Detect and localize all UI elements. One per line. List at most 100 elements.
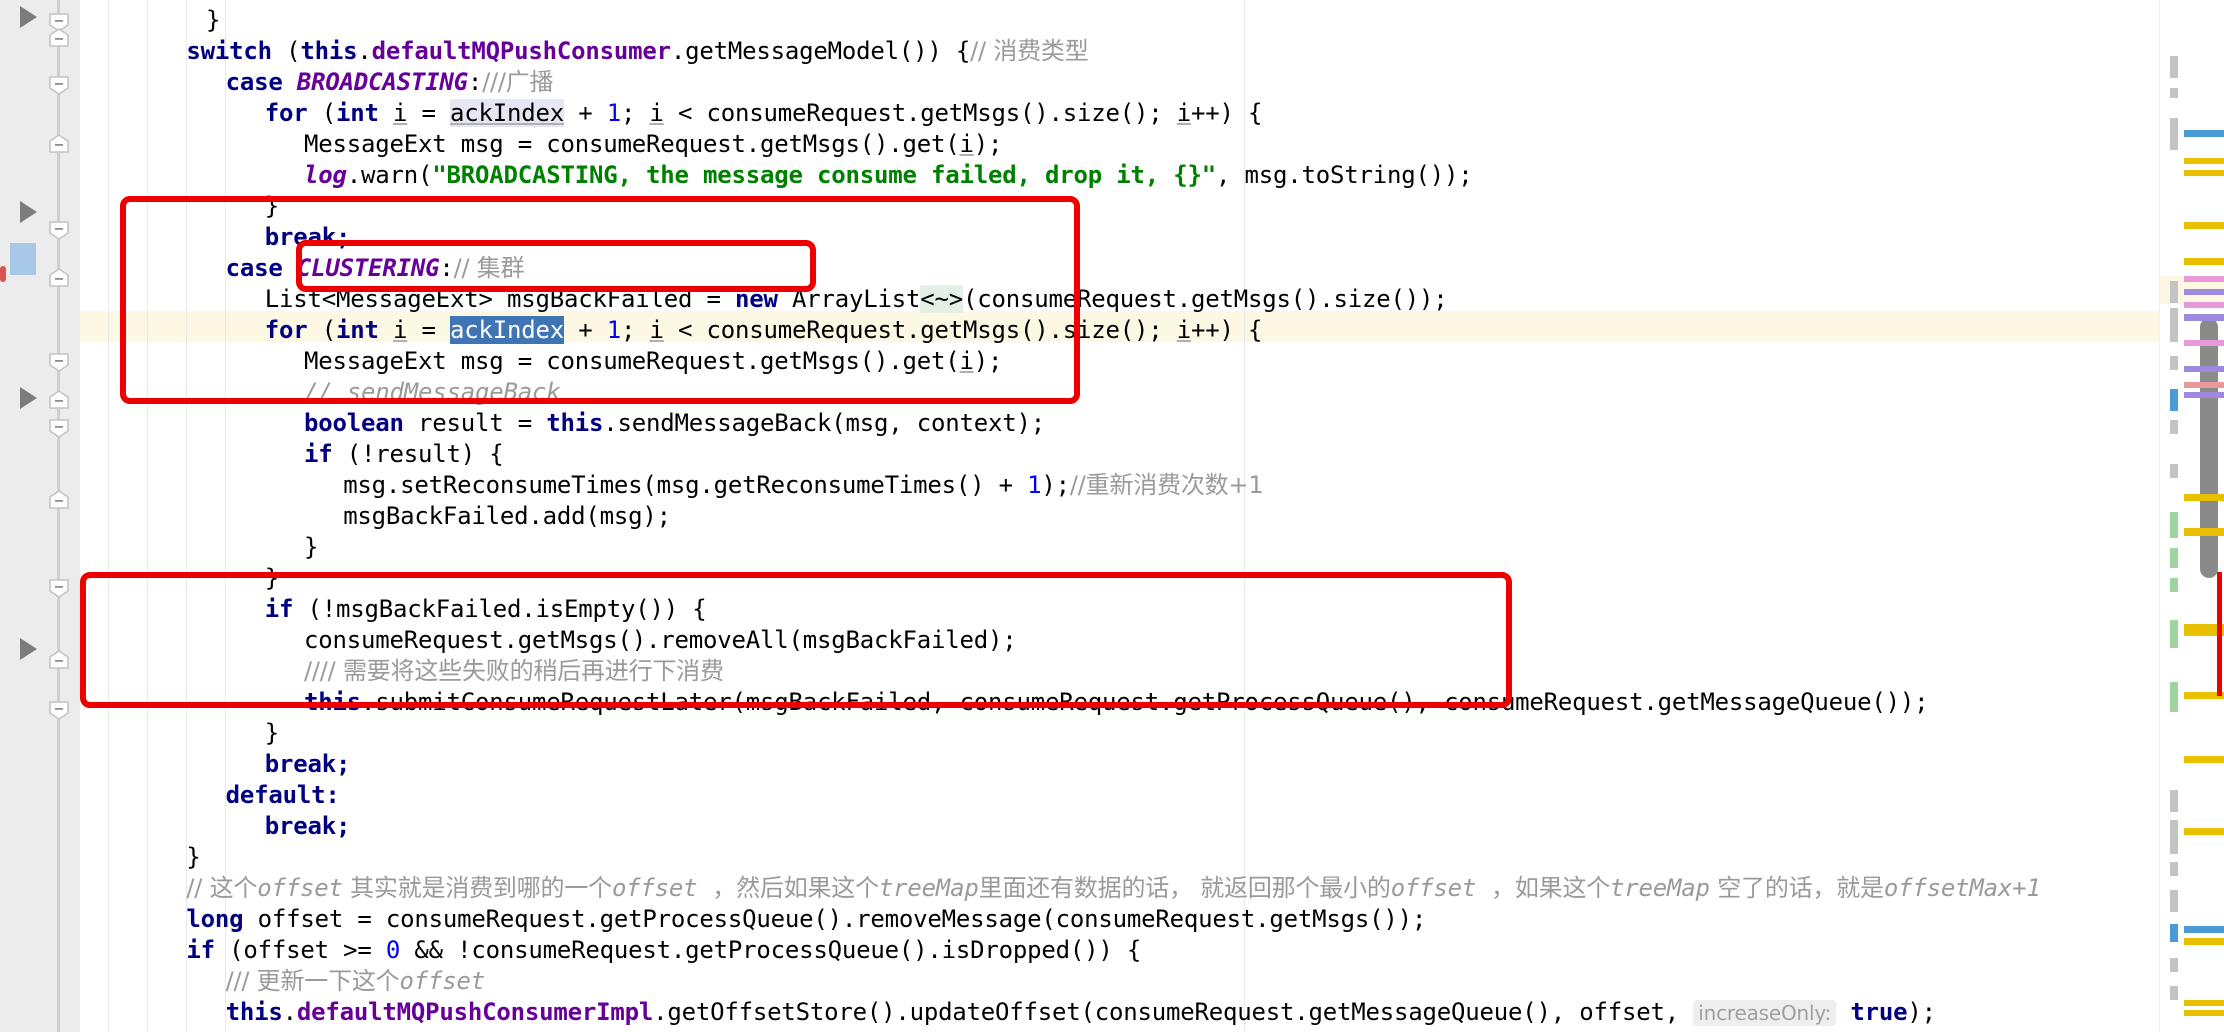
added-lines-mark[interactable]	[2170, 578, 2178, 592]
code-line[interactable]: break;	[265, 749, 351, 780]
code-line[interactable]: for (int i = ackIndex + 1; i < consumeRe…	[265, 98, 1262, 129]
usage-mark[interactable]	[2184, 340, 2224, 346]
info-mark[interactable]	[2184, 130, 2224, 137]
run-gutter-icon[interactable]	[20, 6, 37, 28]
code-line[interactable]: log.warn("BROADCASTING, the message cons…	[304, 160, 1473, 191]
code-line[interactable]: this.defaultMQPushConsumerImpl.getOffset…	[226, 997, 1936, 1029]
code-line[interactable]: }	[206, 5, 220, 36]
changed-lines-mark[interactable]	[2170, 389, 2178, 411]
warning-mark[interactable]	[2184, 938, 2224, 945]
code-fold-toggle-icon[interactable]	[48, 28, 70, 48]
changed-lines-mark[interactable]	[2170, 88, 2178, 98]
vertical-scrollbar-thumb[interactable]	[2200, 318, 2218, 578]
warning-mark[interactable]	[2184, 158, 2224, 164]
code-line[interactable]: switch (this.defaultMQPushConsumer.getMe…	[186, 36, 1088, 67]
changed-lines-mark[interactable]	[2170, 308, 2178, 342]
warning-mark[interactable]	[2184, 494, 2224, 501]
code-line[interactable]: }	[265, 563, 279, 594]
code-fold-toggle-icon[interactable]	[48, 650, 70, 670]
changed-lines-mark[interactable]	[2170, 790, 2178, 812]
code-fold-toggle-icon[interactable]	[48, 220, 70, 240]
code-fold-toggle-icon[interactable]	[48, 134, 70, 154]
code-line[interactable]: boolean result = this.sendMessageBack(ms…	[304, 408, 1045, 439]
code-fold-toggle-icon[interactable]	[48, 75, 70, 95]
code-line[interactable]: this.submitConsumeRequestLater(msgBackFa…	[304, 687, 1929, 718]
vcs-change-strip[interactable]	[0, 0, 10, 1032]
error-stripe-scrollbar[interactable]	[2159, 0, 2224, 1032]
info-mark[interactable]	[2184, 926, 2224, 933]
code-line[interactable]: /// 更新一下这个offset	[226, 966, 486, 997]
warning-mark[interactable]	[2184, 258, 2224, 265]
usage-mark[interactable]	[2184, 302, 2224, 308]
changed-lines-mark[interactable]	[2170, 56, 2178, 78]
code-line[interactable]: }	[304, 532, 318, 563]
code-fold-toggle-icon[interactable]	[48, 490, 70, 510]
changed-lines-mark[interactable]	[2170, 958, 2178, 972]
code-line[interactable]: // sendMessageBack	[304, 377, 561, 408]
code-content-area[interactable]: } switch (this.defaultMQPushConsumer.getM…	[80, 0, 2160, 1032]
code-line[interactable]: case CLUSTERING:// 集群	[226, 253, 525, 284]
warning-mark[interactable]	[2184, 1000, 2224, 1006]
vcs-deleted-marker[interactable]	[0, 266, 6, 282]
usage-mark[interactable]	[2184, 314, 2224, 321]
code-line[interactable]: long offset = consumeRequest.getProcessQ…	[186, 904, 1426, 935]
changed-lines-mark[interactable]	[2170, 118, 2178, 150]
code-editor[interactable]: } switch (this.defaultMQPushConsumer.getM…	[0, 0, 2224, 1032]
warning-mark[interactable]	[2184, 170, 2224, 176]
changed-lines-mark[interactable]	[2170, 924, 2178, 942]
code-line[interactable]: msg.setReconsumeTimes(msg.getReconsumeTi…	[343, 470, 1263, 501]
warning-mark[interactable]	[2184, 222, 2224, 229]
code-line[interactable]: }	[265, 191, 279, 222]
usage-mark[interactable]	[2184, 289, 2224, 295]
changed-lines-mark[interactable]	[2170, 420, 2178, 434]
code-fold-toggle-icon[interactable]	[48, 268, 70, 288]
code-line[interactable]: consumeRequest.getMsgs().removeAll(msgBa…	[304, 625, 1017, 656]
code-line[interactable]: MessageExt msg = consumeRequest.getMsgs(…	[304, 129, 1002, 160]
code-fold-toggle-icon[interactable]	[48, 352, 70, 372]
changed-lines-mark[interactable]	[2170, 820, 2178, 854]
editor-gutter[interactable]	[0, 0, 81, 1032]
run-gutter-icon[interactable]	[20, 201, 37, 223]
code-line[interactable]: List<MessageExt> msgBackFailed = new Arr…	[265, 284, 1448, 315]
warning-mark[interactable]	[2184, 1010, 2224, 1016]
code-fold-toggle-icon[interactable]	[48, 700, 70, 720]
usage-mark[interactable]	[2184, 366, 2224, 372]
code-line[interactable]: if (!result) {	[304, 439, 504, 470]
changed-lines-mark[interactable]	[2170, 986, 2178, 1000]
code-token: log	[304, 161, 347, 189]
code-fold-toggle-icon[interactable]	[48, 418, 70, 438]
changed-lines-mark[interactable]	[2170, 862, 2178, 876]
code-line[interactable]: //// 需要将这些失败的稍后再进行下消费	[304, 656, 724, 687]
added-lines-mark[interactable]	[2170, 620, 2178, 648]
warning-mark[interactable]	[2184, 756, 2224, 763]
code-fold-toggle-icon[interactable]	[48, 390, 70, 410]
code-line[interactable]: if (offset >= 0 && !consumeRequest.getPr…	[186, 935, 1141, 966]
code-line[interactable]: }	[186, 1028, 200, 1032]
warning-mark[interactable]	[2184, 528, 2224, 536]
usage-mark[interactable]	[2184, 276, 2224, 282]
code-line[interactable]: }	[186, 842, 200, 873]
changed-lines-mark[interactable]	[2170, 281, 2178, 303]
run-gutter-icon[interactable]	[20, 387, 37, 409]
code-fold-toggle-icon[interactable]	[48, 578, 70, 598]
added-lines-mark[interactable]	[2170, 682, 2178, 712]
added-lines-mark[interactable]	[2170, 512, 2178, 538]
code-line[interactable]: msgBackFailed.add(msg);	[343, 501, 671, 532]
code-line[interactable]: break;	[265, 811, 351, 842]
code-line[interactable]: // 这个offset 其实就是消费到哪的一个offset ，然后如果这个tre…	[186, 873, 2040, 904]
code-line[interactable]: default:	[226, 780, 340, 811]
code-line[interactable]: break;	[265, 222, 351, 253]
changed-lines-mark[interactable]	[2170, 356, 2178, 370]
added-lines-mark[interactable]	[2170, 548, 2178, 568]
changed-lines-mark[interactable]	[2170, 890, 2178, 912]
warning-mark[interactable]	[2184, 828, 2224, 835]
usage-mark[interactable]	[2184, 382, 2224, 388]
code-line[interactable]: case BROADCASTING:///广播	[226, 67, 554, 98]
changed-lines-mark[interactable]	[2170, 464, 2178, 478]
code-line[interactable]: }	[265, 718, 279, 749]
usage-mark[interactable]	[2184, 392, 2224, 398]
code-line[interactable]: if (!msgBackFailed.isEmpty()) {	[265, 594, 707, 625]
code-line[interactable]: MessageExt msg = consumeRequest.getMsgs(…	[304, 346, 1002, 377]
run-gutter-icon[interactable]	[20, 638, 37, 660]
code-line[interactable]: for (int i = ackIndex + 1; i < consumeRe…	[265, 315, 1262, 346]
